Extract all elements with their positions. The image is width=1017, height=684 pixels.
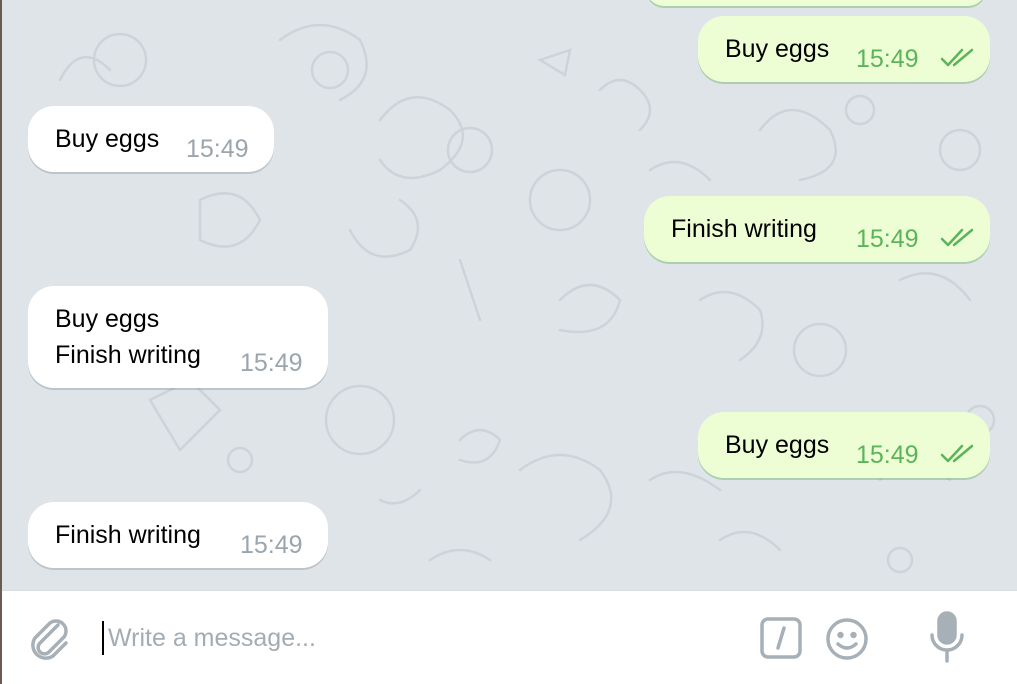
message-time: 15:49	[856, 225, 919, 253]
window-left-edge	[0, 0, 2, 684]
message-bubble-outgoing[interactable]: Finish writing 15:49	[644, 196, 990, 262]
message-bubble-outgoing[interactable]: Buy eggs 15:49	[698, 16, 990, 82]
double-check-icon	[940, 228, 974, 247]
message-history[interactable]: Buy eggs 15:49 Buy eggs 15:49 Finish wri…	[0, 0, 1017, 590]
message-text: Buy eggs Finish writing	[55, 305, 201, 369]
double-check-icon	[940, 48, 974, 67]
text-cursor	[102, 621, 104, 655]
message-bubble-outgoing[interactable]: Buy eggs 15:49	[698, 412, 990, 478]
double-check-icon	[940, 444, 974, 463]
message-text: Finish writing	[55, 521, 201, 549]
telegram-chat-window: Buy eggs 15:49 Buy eggs 15:49 Finish wri…	[0, 0, 1017, 684]
message-time: 15:49	[856, 45, 919, 73]
message-text: Buy eggs	[725, 35, 830, 63]
message-time: 15:49	[856, 441, 919, 469]
message-bubble-incoming[interactable]: Buy eggs 15:49	[28, 106, 274, 172]
message-input[interactable]	[100, 613, 700, 663]
message-text: Buy eggs	[725, 431, 830, 459]
smiley-icon[interactable]	[825, 617, 869, 661]
message-time: 15:49	[240, 531, 303, 559]
message-text: Finish writing	[671, 215, 817, 243]
message-text: Buy eggs	[55, 125, 160, 153]
paperclip-icon[interactable]	[28, 615, 72, 661]
slash-command-icon[interactable]	[760, 617, 802, 659]
microphone-icon[interactable]	[928, 611, 966, 663]
message-bubble-incoming[interactable]: Finish writing 15:49	[28, 502, 328, 568]
message-bubble-incoming[interactable]: Buy eggs Finish writing 15:49	[28, 286, 328, 388]
message-time: 15:49	[186, 135, 249, 163]
message-composer	[0, 590, 1017, 684]
message-time: 15:49	[240, 349, 303, 377]
message-bubble-partial	[646, 0, 986, 6]
